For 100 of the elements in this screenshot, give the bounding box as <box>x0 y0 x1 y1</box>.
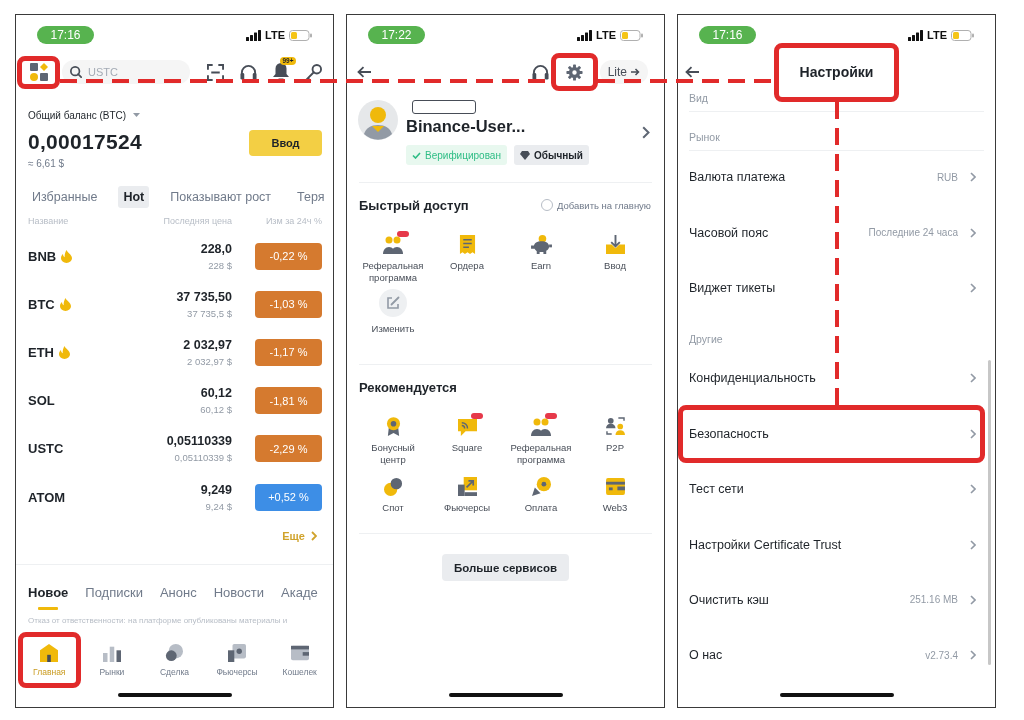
app-grid-icon[interactable] <box>29 63 48 81</box>
news-tab[interactable]: Новости <box>213 585 265 611</box>
settings-value: Последние 24 часа <box>868 227 958 239</box>
status-text: Обычный <box>533 149 583 161</box>
coin-name: BNB <box>28 248 57 264</box>
settings-value: 251.16 MB <box>909 594 958 606</box>
settings-item[interactable]: Часовой пояс <box>689 225 769 240</box>
lite-mode-button[interactable]: Lite <box>599 60 648 84</box>
back-arrow-icon[interactable] <box>357 66 371 78</box>
market-tab[interactable]: Hot <box>118 186 150 208</box>
shortcut-button[interactable]: Реферальная программа <box>504 416 578 466</box>
section-heading: Рекомендуется <box>359 379 457 395</box>
key-icon[interactable] <box>305 63 322 81</box>
chevron-right-icon <box>970 650 976 661</box>
price-change: -0,22 % <box>255 242 322 270</box>
shortcut-button[interactable]: Оплата <box>504 476 578 514</box>
news-tab[interactable]: Акаде <box>281 585 318 611</box>
wallet-icon <box>290 643 309 662</box>
nav-tab[interactable]: Рынки <box>85 637 139 683</box>
last-price: 2 032,97 <box>183 336 232 353</box>
shortcut-button[interactable]: Ордера <box>430 234 504 284</box>
more-services-button[interactable]: Больше сервисов <box>442 554 569 581</box>
shortcut-button[interactable]: Earn <box>504 234 578 284</box>
two-people-icon <box>605 417 625 435</box>
coins-icon <box>165 643 184 662</box>
download-icon <box>605 234 625 254</box>
chevron-right-icon <box>970 428 976 439</box>
receipt-icon <box>458 234 476 254</box>
radio-label: Добавить на главную <box>556 199 651 211</box>
chevron-right-icon <box>970 539 976 550</box>
shortcut-button[interactable]: P2P <box>578 416 652 466</box>
price-change: -1,81 % <box>255 387 322 415</box>
coin-name: SOL <box>28 393 55 409</box>
price-change: -1,17 % <box>255 338 322 366</box>
caret-down-icon[interactable] <box>133 113 141 117</box>
nav-tab[interactable]: Фьючерсы <box>210 637 264 683</box>
section-heading: Быстрый доступ <box>359 197 469 213</box>
settings-item[interactable]: Настройки Certificate Trust <box>689 537 842 552</box>
settings-item[interactable]: Конфиденциальность <box>689 371 816 386</box>
page-title: Настройки <box>799 63 874 81</box>
market-tab[interactable]: Показывают рост <box>165 186 277 208</box>
nav-tab[interactable]: Кошелек <box>273 637 326 683</box>
scan-icon[interactable] <box>207 63 224 81</box>
settings-item[interactable]: Безопасность <box>689 426 769 441</box>
battery-icon <box>951 29 974 41</box>
signal-icon <box>246 29 262 41</box>
fiat-price: 0,05110339 $ <box>174 451 232 465</box>
shortcut-button[interactable]: Ввод <box>578 234 652 284</box>
settings-item[interactable]: Виджет тикеты <box>689 280 776 295</box>
fiat-price: 2 032,97 $ <box>187 354 232 368</box>
column-header: Название <box>28 216 70 226</box>
market-tab[interactable]: Избранные <box>27 186 103 208</box>
house-icon <box>40 643 59 662</box>
shortcut-button[interactable]: Фьючерсы <box>430 476 504 514</box>
price-change: -2,29 % <box>255 435 322 463</box>
headset-icon[interactable] <box>240 63 257 81</box>
coin-name: ATOM <box>28 489 66 505</box>
gear-icon[interactable] <box>565 63 583 81</box>
status-time: 17:16 <box>699 26 756 44</box>
market-tab[interactable]: Теря <box>292 186 330 208</box>
network-type: LTE <box>265 29 285 41</box>
wallet-icon <box>605 477 625 495</box>
deposit-button[interactable]: Ввод <box>249 129 322 156</box>
settings-item[interactable]: Валюта платежа <box>689 170 786 185</box>
battery-icon <box>620 29 643 41</box>
last-price: 228,0 <box>200 240 232 257</box>
section-title: Рынок <box>689 112 984 151</box>
chevron-right-icon <box>970 227 976 238</box>
nav-tab[interactable]: Сделка <box>148 637 201 683</box>
settings-item[interactable]: Очистить кэш <box>689 592 769 607</box>
stacked-boxes-icon <box>228 643 247 662</box>
fiat-price: 228 $ <box>208 258 232 272</box>
settings-item[interactable]: Тест сети <box>689 482 744 497</box>
shortcut-button[interactable]: Изменить <box>356 289 430 335</box>
chat-bubble-icon <box>457 416 477 436</box>
headset-icon[interactable] <box>531 63 549 81</box>
people-icon <box>383 234 403 254</box>
chevron-right-icon <box>970 282 976 293</box>
coin-icon <box>531 476 551 496</box>
chevron-right-icon[interactable] <box>642 126 650 139</box>
news-tab[interactable]: Подписки <box>85 585 143 611</box>
signal-icon <box>908 29 924 41</box>
settings-item[interactable]: О нас <box>689 648 723 663</box>
shortcut-button[interactable]: Спот <box>356 476 430 514</box>
bell-icon[interactable] <box>273 63 289 81</box>
balance-label: Общий баланс (BTC) <box>28 109 127 121</box>
news-tab[interactable]: Анонс <box>159 585 197 611</box>
avatar-icon <box>358 100 398 140</box>
battery-icon <box>289 29 312 41</box>
search-icon <box>70 66 82 78</box>
shortcut-button[interactable]: Web3 <box>578 476 652 514</box>
shortcut-button[interactable]: Реферальная программа <box>356 234 430 284</box>
back-arrow-icon[interactable] <box>685 66 699 78</box>
settings-value: RUB <box>936 171 958 183</box>
arrow-box-icon <box>457 476 477 496</box>
coin-name: ETH <box>28 344 54 360</box>
shortcut-button[interactable]: Square <box>430 416 504 466</box>
shortcut-button[interactable]: Бонусный центр <box>356 416 430 466</box>
fiat-price: 37 735,5 $ <box>187 306 232 320</box>
news-tab[interactable]: Новое <box>28 585 69 611</box>
